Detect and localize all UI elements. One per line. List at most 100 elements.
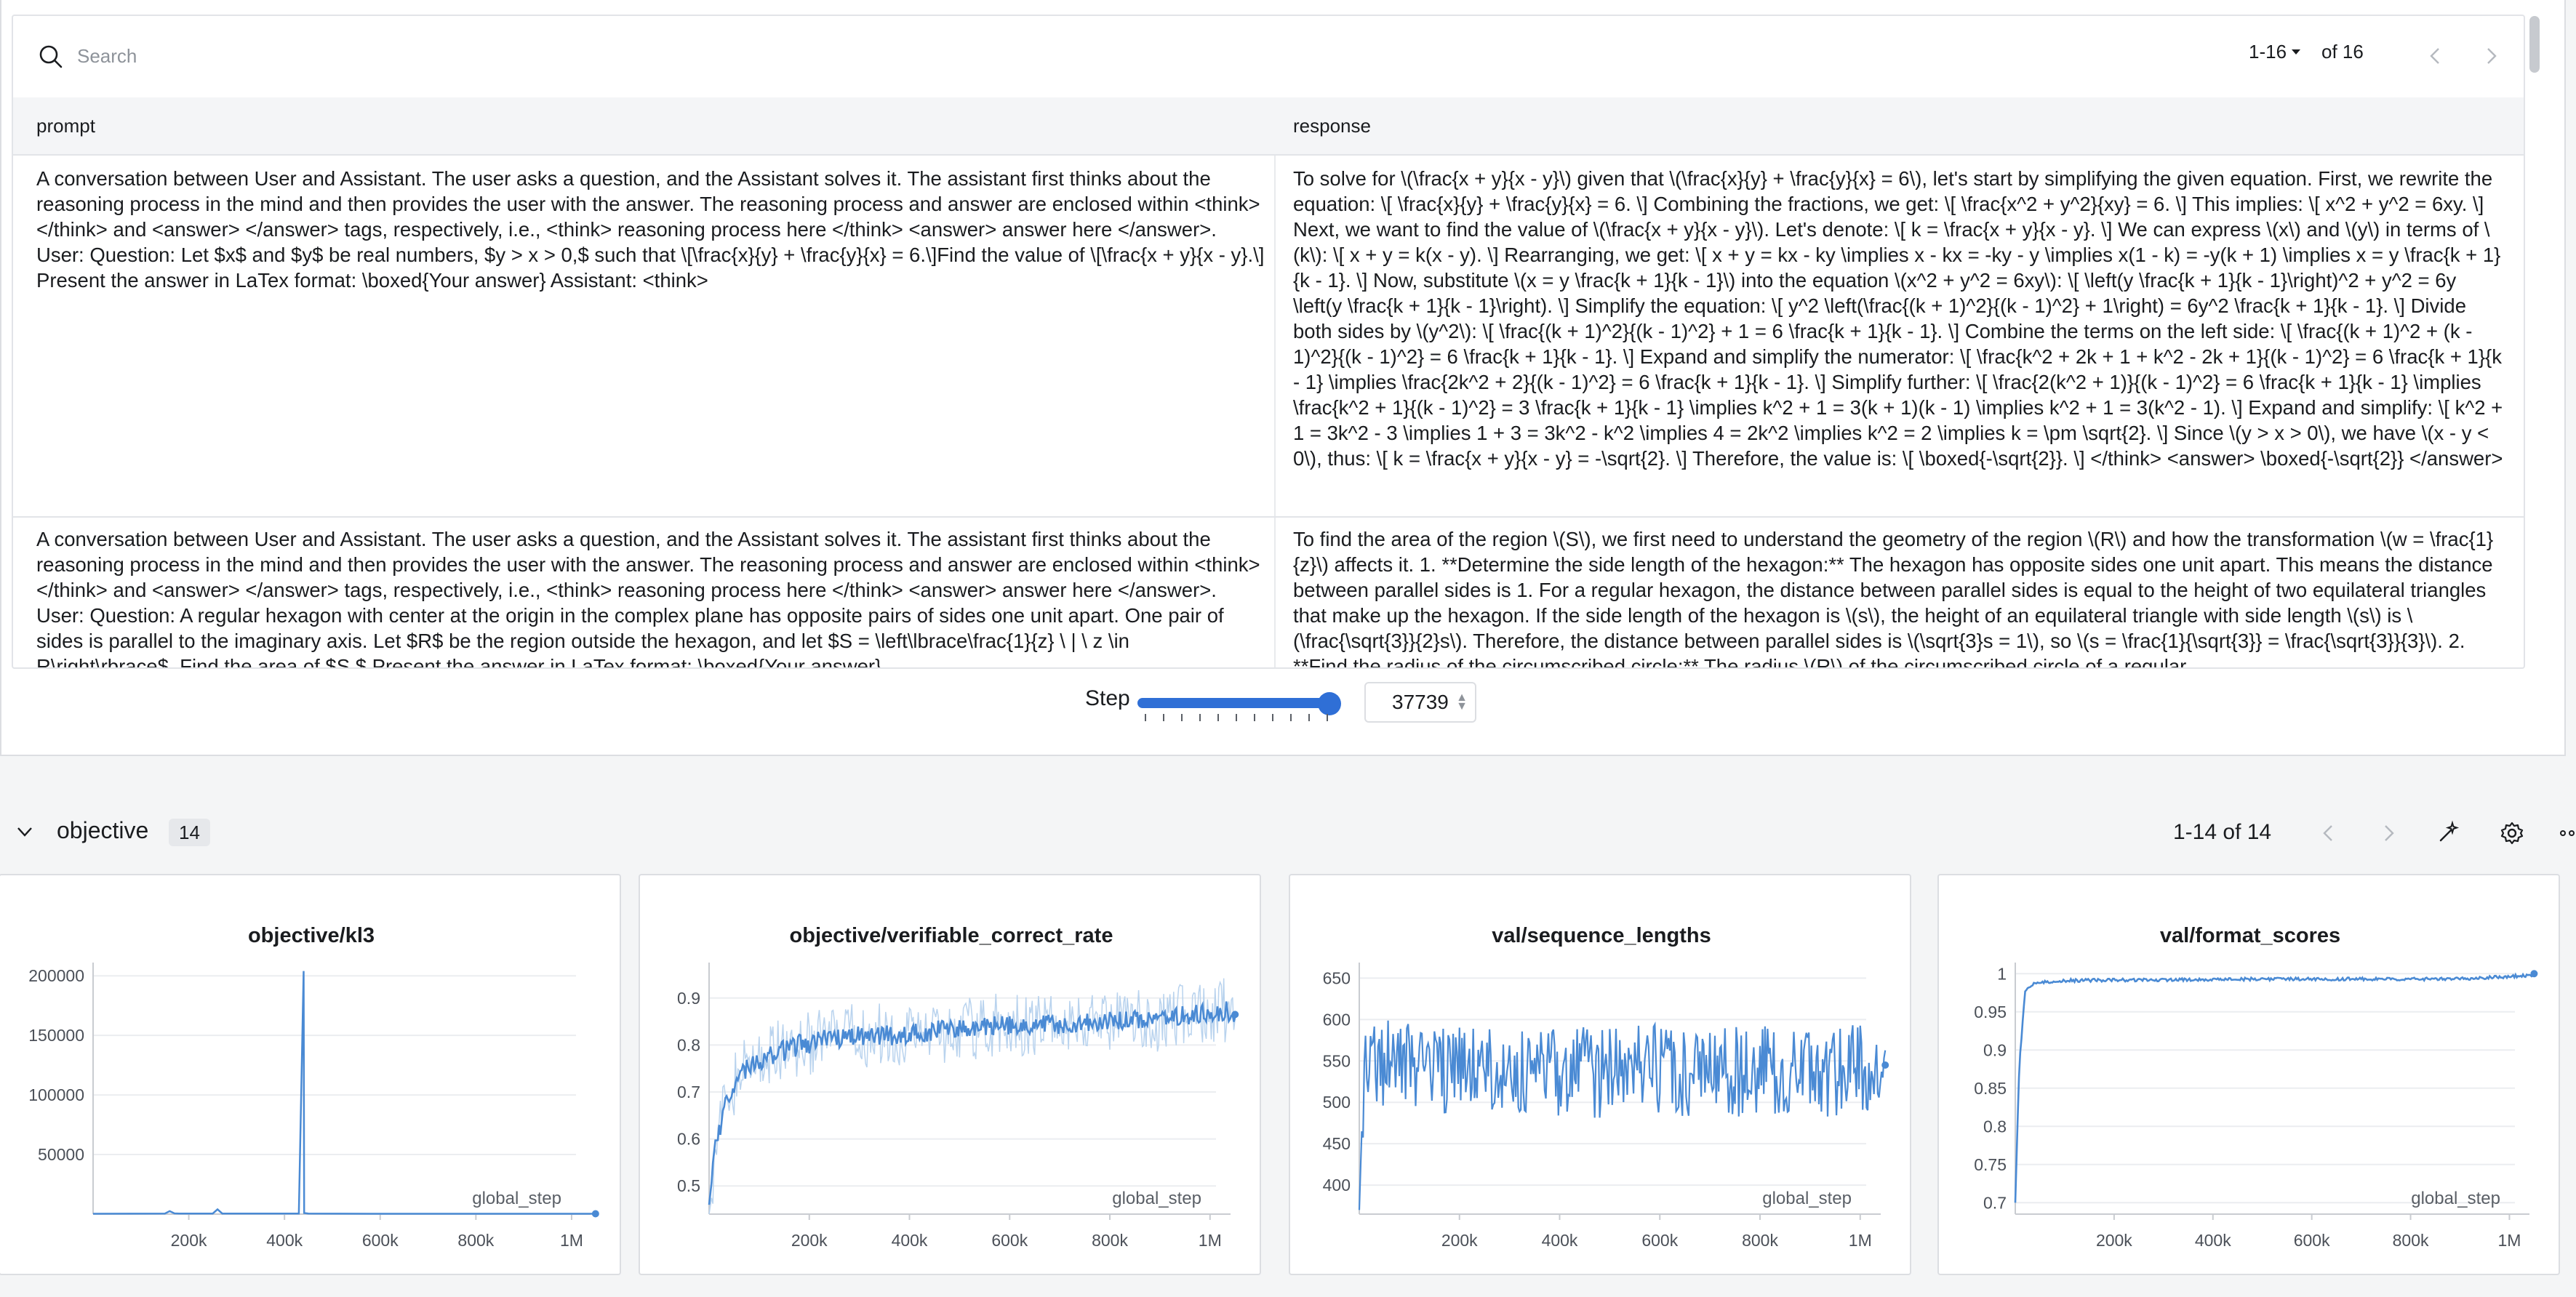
x-tick-label: 1M [1849,1231,1872,1250]
x-tick-label: 400k [266,1231,303,1250]
slider-tick [1254,714,1255,721]
table-row[interactable]: A conversation between User and Assistan… [13,157,2524,518]
y-tick-label: 1 [1997,964,2007,983]
x-tick-label: 800k [1092,1231,1128,1250]
step-label: Step [1085,686,1130,710]
chevron-right-icon[interactable] [2480,45,2502,67]
slider-tick [1163,714,1164,721]
y-tick-label: 400 [1323,1176,1351,1194]
pager-total: of 16 [2321,41,2364,63]
y-tick-label: 0.75 [1974,1155,2007,1174]
y-tick-label: 0.9 [1983,1040,2007,1059]
y-tick-label: 0.8 [1983,1117,2007,1136]
chart-panel-format-scores[interactable]: val/format_scores 0.7 0.75 0.8 0.85 0.9 0.95 1 2… [1937,874,2560,1275]
chevron-left-icon[interactable] [2316,820,2342,846]
chart-panel-verifiable-correct-rate[interactable]: objective/verifiable_correct_rate 0.5 0.6 0… [639,874,1261,1275]
chart-sequence-lengths: val/sequence_lengths 400 450 500 550 600 650 20… [1323,924,1889,1250]
section-count-badge: 14 [169,819,210,846]
y-tick-label: 0.9 [677,989,700,1008]
x-tick-label: 400k [1542,1231,1578,1250]
response-cell: To solve for \(\frac{x + y}{x - y}\) giv… [1293,167,2503,470]
column-header-response[interactable]: response [1293,115,1371,137]
caret-down-icon [2292,49,2301,55]
slider-tick [1272,714,1273,721]
chevron-left-icon[interactable] [2425,45,2447,67]
x-axis-label: global_step [472,1189,561,1208]
table-row[interactable]: A conversation between User and Assistan… [13,518,2524,669]
y-tick-label: 600 [1323,1010,1351,1029]
y-tick-label: 0.8 [677,1035,700,1054]
chevron-right-icon[interactable] [2375,820,2401,846]
step-control: Step 37739 ▲ ▼ [1,676,2564,727]
x-tick-label: 800k [2393,1231,2429,1250]
x-tick-label: 400k [892,1231,928,1250]
chart-format-scores: val/format_scores 0.7 0.75 0.8 0.85 0.9 0.95 1 2… [1974,924,2538,1250]
x-tick-label: 200k [791,1231,828,1250]
slider-tick [1145,714,1146,721]
x-tick-label: 800k [1742,1231,1778,1250]
prompt-cell: A conversation between User and Assistan… [36,528,1260,669]
x-tick-label: 600k [1641,1231,1678,1250]
slider-tick [1199,714,1201,721]
chart-title: objective/kl3 [248,924,375,947]
chart-title: objective/verifiable_correct_rate [790,924,1113,947]
chevron-down-icon[interactable] [15,822,35,842]
pager-range-dropdown[interactable]: 1-16 [2249,41,2301,63]
y-tick-label: 500 [1323,1093,1351,1112]
step-slider-track[interactable] [1137,698,1338,708]
y-tick-label: 0.5 [677,1176,700,1195]
x-axis-label: global_step [2411,1189,2500,1208]
x-tick-label: 600k [2294,1231,2330,1250]
chart-panel-sequence-lengths[interactable]: val/sequence_lengths 400 450 500 550 600 650 20… [1289,874,1911,1275]
step-number-input[interactable]: 37739 ▲ ▼ [1364,682,1476,723]
response-cell: To find the area of the region \(S\), we… [1293,528,2494,669]
table-panel: 1-16 of 16 prompt response A conversatio… [0,0,2566,756]
slider-tick [1236,714,1237,721]
y-tick-label: 550 [1323,1051,1351,1070]
column-header-prompt[interactable]: prompt [36,115,95,137]
step-slider-handle[interactable] [1318,692,1341,715]
search-input[interactable] [77,38,950,74]
y-tick-label: 450 [1323,1134,1351,1153]
section-title[interactable]: objective [57,817,148,844]
search-icon [39,45,63,68]
series-end-point [1231,1011,1239,1019]
section-header: objective 14 1-14 of 14 [0,798,2576,871]
table-card: 1-16 of 16 prompt response A conversatio… [12,15,2525,669]
series-line [1358,1020,1887,1210]
slider-tick [1308,714,1310,721]
y-tick-label: 50000 [38,1145,84,1164]
slider-tick [1181,714,1183,721]
x-tick-label: 200k [1441,1231,1478,1250]
table-scrollbar-thumb[interactable] [2529,16,2540,73]
x-tick-label: 800k [457,1231,494,1250]
x-tick-label: 200k [171,1231,207,1250]
series-end-point [1881,1061,1889,1069]
x-tick-label: 400k [2195,1231,2231,1250]
slider-tick [1217,714,1219,721]
slider-tick [1290,714,1292,721]
y-tick-label: 0.95 [1974,1003,2007,1021]
chart-panel-kl3[interactable]: objective/kl3 50000 100000 150000 200000 200k… [0,874,621,1275]
x-tick-label: 1M [560,1231,583,1250]
series-end-point [591,1210,599,1218]
x-axis-label: global_step [1112,1189,1201,1208]
series-line [92,971,596,1215]
gear-icon[interactable] [2499,820,2525,846]
slider-tick [1327,714,1328,721]
y-tick-label: 150000 [28,1026,84,1045]
series-end-point [2530,970,2538,978]
magic-wand-icon[interactable] [2435,820,2461,846]
x-tick-label: 1M [2497,1231,2521,1250]
chart-title: val/sequence_lengths [1492,924,1711,947]
x-tick-label: 600k [991,1231,1028,1250]
more-options-icon[interactable] [2559,820,2576,846]
y-tick-label: 200000 [28,966,84,985]
y-tick-label: 0.7 [1983,1193,2007,1212]
stepper-arrows-icon[interactable]: ▲ ▼ [1456,692,1468,712]
y-tick-label: 0.7 [677,1083,700,1101]
x-tick-label: 200k [2096,1231,2132,1250]
x-axis-label: global_step [1762,1189,1852,1208]
y-tick-label: 0.6 [677,1130,700,1149]
step-value: 37739 [1392,691,1449,713]
